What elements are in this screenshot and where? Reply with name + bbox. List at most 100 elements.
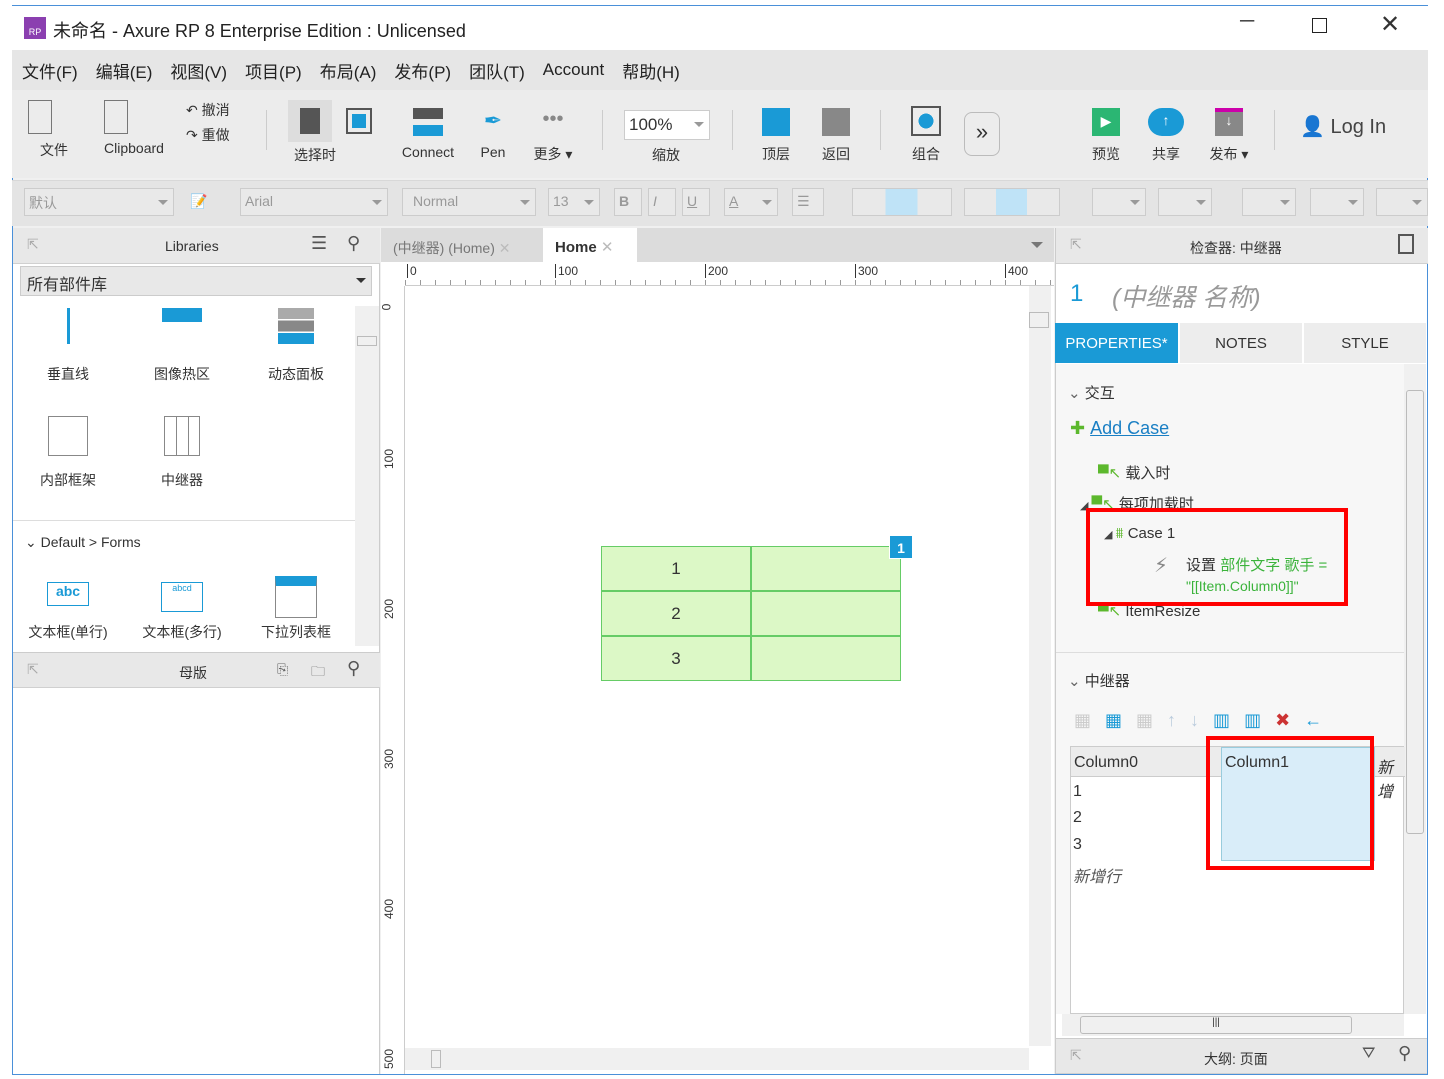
column-header[interactable]: 新增 (1377, 754, 1403, 802)
share-button[interactable]: ↑ 共享 (1146, 108, 1186, 164)
delete-row-icon[interactable]: ▦ (1136, 710, 1167, 730)
menu-help[interactable]: 帮助(H) (622, 58, 680, 83)
repeater-cell[interactable] (751, 591, 901, 636)
style-editor-icon[interactable]: 📝 (190, 193, 207, 210)
interaction-badge[interactable]: 1 (889, 535, 913, 559)
toolbar-overflow-button[interactable]: » (964, 112, 1000, 156)
move-left-icon[interactable]: ← (1304, 710, 1336, 730)
repeater-cell[interactable]: 1 (601, 546, 751, 591)
pin-icon[interactable]: ⇱ (27, 661, 39, 678)
widget-vertical-line[interactable]: 垂直线 (23, 308, 113, 384)
filter-icon[interactable]: ⛛ (1362, 1045, 1375, 1063)
send-to-back-button[interactable]: 返回 (818, 108, 854, 164)
inspector-scrollbar[interactable] (1404, 364, 1426, 1014)
section-default-forms[interactable]: ⌄ Default > Forms (25, 534, 141, 551)
underline-button[interactable]: U (682, 188, 710, 216)
redo-button[interactable]: ↷ 重做 (186, 125, 230, 145)
minimize-button[interactable]: ─ (1240, 10, 1254, 33)
undo-button[interactable]: ↶ 撤消 (186, 100, 230, 120)
valign-buttons[interactable] (964, 188, 1060, 216)
menu-icon[interactable]: ☰ (311, 233, 327, 254)
menu-project[interactable]: 项目(P) (245, 58, 302, 83)
clipboard-button[interactable]: Clipboard (96, 100, 172, 156)
new-row-cell[interactable]: 新增行 (1073, 863, 1121, 887)
font-size-select[interactable]: 13 (548, 188, 600, 216)
repeater-cell[interactable] (751, 546, 901, 591)
file-button[interactable]: 文件 (24, 100, 84, 160)
widget-dynamic-panel[interactable]: 动态面板 (251, 308, 341, 384)
add-master-icon[interactable]: ⎘ (277, 661, 288, 678)
widget-text-area[interactable]: abcd 文本框(多行) (137, 582, 227, 642)
insert-row-icon[interactable]: ▦ (1074, 710, 1105, 730)
close-tab-icon[interactable]: ✕ (601, 239, 614, 256)
fill-color-button[interactable] (1092, 188, 1146, 216)
italic-button[interactable]: I (648, 188, 676, 216)
select-intersect-button[interactable] (288, 100, 332, 142)
library-select[interactable]: 所有部件库 (20, 266, 372, 296)
close-button[interactable]: ✕ (1380, 10, 1400, 39)
menu-team[interactable]: 团队(T) (469, 58, 525, 83)
connect-button[interactable]: Connect (398, 108, 458, 160)
section-interactions[interactable]: ⌄ 交互 (1068, 382, 1115, 403)
menu-file[interactable]: 文件(F) (22, 58, 78, 83)
menu-edit[interactable]: 编辑(E) (96, 58, 153, 83)
add-folder-icon[interactable]: 🗀 (311, 661, 325, 685)
search-icon[interactable]: ⚲ (347, 233, 360, 254)
tabs-dropdown-icon[interactable] (1031, 242, 1043, 254)
bring-to-front-button[interactable]: 顶层 (758, 108, 794, 164)
align-buttons[interactable] (852, 188, 952, 216)
font-family-select[interactable]: Arial (240, 188, 388, 216)
data-cell[interactable]: 2 (1073, 809, 1082, 827)
font-weight-select[interactable]: Normal (402, 188, 536, 216)
repeater-cell[interactable] (751, 636, 901, 681)
zoom-select[interactable]: 100% (624, 110, 710, 140)
bold-button[interactable]: B (614, 188, 642, 216)
maximize-button[interactable] (1312, 18, 1327, 33)
font-color-button[interactable]: A (724, 188, 778, 216)
tab-notes[interactable]: NOTES (1180, 323, 1303, 363)
publish-button[interactable]: ↓ 发布 ▾ (1206, 108, 1252, 164)
pin-icon[interactable]: ⇱ (1070, 236, 1082, 253)
canvas-vertical-scrollbar[interactable] (1029, 286, 1051, 1046)
widget-droplist[interactable]: 下拉列表框 (251, 576, 341, 642)
repeater-cell[interactable]: 3 (601, 636, 751, 681)
widget-repeater[interactable]: 中继器 (137, 416, 227, 490)
widget-name-field[interactable]: (中继器 名称) (1112, 278, 1261, 314)
add-row-icon[interactable]: ▦ (1105, 710, 1136, 730)
delete-column-icon[interactable]: ✖ (1275, 710, 1304, 730)
tab-repeater-home[interactable]: (中继器) (Home) ✕ (385, 228, 543, 262)
search-icon[interactable]: ⚲ (1398, 1043, 1411, 1064)
widget-hotspot[interactable]: 图像热区 (137, 308, 227, 384)
add-column-icon[interactable]: ▥ (1244, 710, 1275, 730)
line-color-button[interactable] (1242, 188, 1296, 216)
tab-properties[interactable]: PROPERTIES* (1055, 323, 1179, 363)
line-style-button[interactable] (1376, 188, 1428, 216)
line-width-button[interactable] (1310, 188, 1364, 216)
search-icon[interactable]: ⚲ (347, 658, 360, 679)
widget-text-field[interactable]: abc 文本框(单行) (23, 582, 113, 642)
data-cell[interactable]: 1 (1073, 783, 1082, 801)
canvas-horizontal-scrollbar[interactable] (405, 1048, 1029, 1070)
pen-button[interactable]: ✒ Pen (476, 108, 510, 160)
select-contained-button[interactable] (346, 108, 372, 134)
repeater-cell[interactable]: 2 (601, 591, 751, 636)
shadow-button[interactable] (1158, 188, 1212, 216)
group-button[interactable]: 组合 (908, 106, 944, 164)
column-header[interactable]: Column0 (1074, 754, 1138, 772)
tab-home[interactable]: Home ✕ (543, 228, 637, 262)
insert-column-icon[interactable]: ▥ (1213, 710, 1244, 730)
more-button[interactable]: ••• 更多 ▾ (530, 108, 576, 164)
event-onload[interactable]: ▀↖ 载入时 (1098, 462, 1170, 483)
bullet-list-button[interactable]: ☰ (792, 188, 824, 216)
style-select[interactable]: 默认 (24, 188, 174, 216)
add-case-link[interactable]: ✚ Add Case (1070, 418, 1169, 439)
preview-button[interactable]: ▶ 预览 (1088, 108, 1124, 164)
close-tab-icon[interactable]: ✕ (499, 240, 511, 256)
data-cell[interactable]: 3 (1073, 836, 1082, 854)
menu-arrange[interactable]: 布局(A) (320, 58, 377, 83)
menu-account[interactable]: Account (543, 60, 604, 80)
pin-icon[interactable]: ⇱ (1070, 1047, 1082, 1064)
menu-view[interactable]: 视图(V) (170, 58, 227, 83)
tab-style[interactable]: STYLE (1304, 323, 1427, 363)
grid-horizontal-scrollbar[interactable]: ||| (1062, 1014, 1404, 1036)
